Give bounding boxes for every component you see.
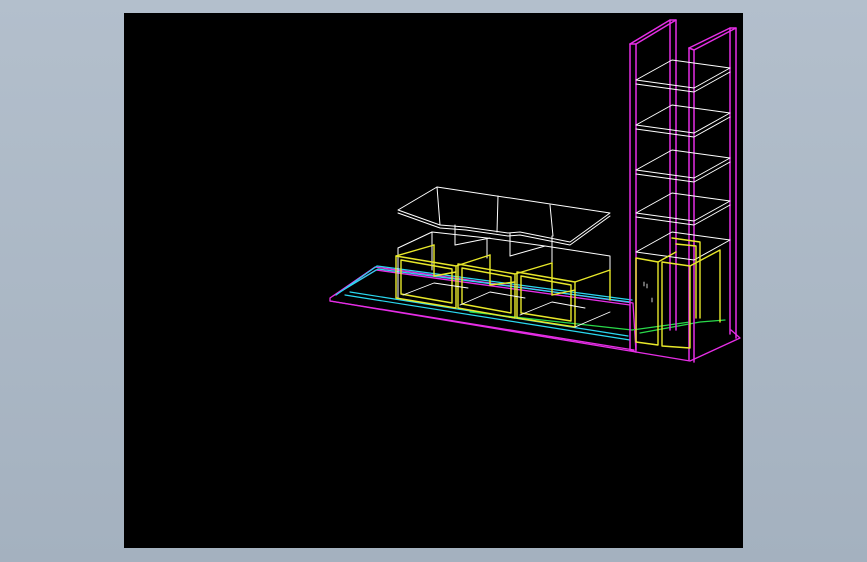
cad-drawing-viewport[interactable] bbox=[124, 13, 743, 548]
cabinet-boxes bbox=[395, 244, 611, 328]
wireframe-model bbox=[329, 19, 741, 363]
shelves bbox=[635, 59, 731, 261]
handle-marks bbox=[643, 281, 653, 303]
